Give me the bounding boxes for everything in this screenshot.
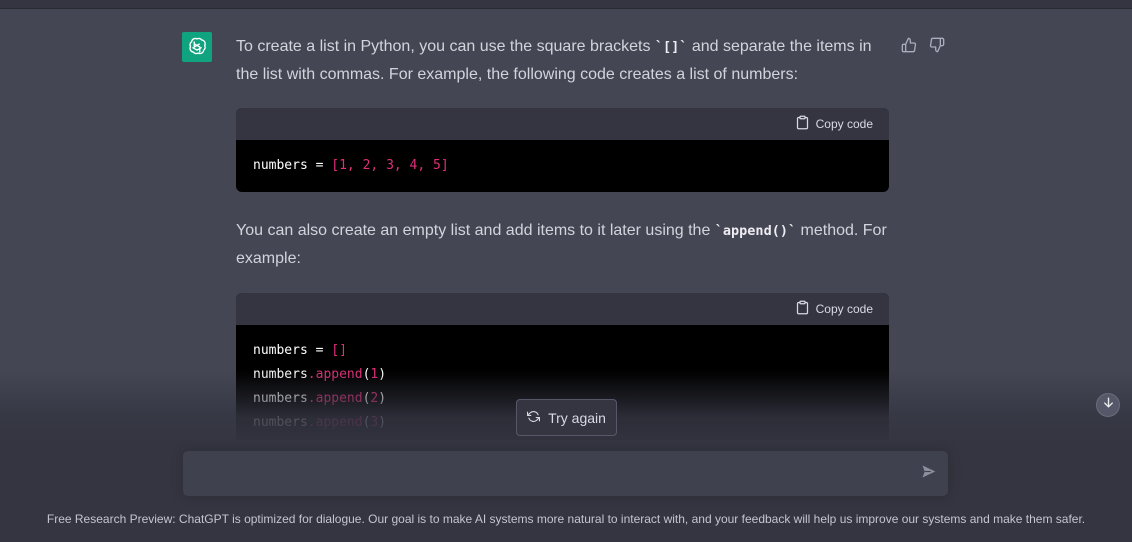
code-token: ) [378, 391, 387, 406]
copy-code-label: Copy code [815, 117, 873, 131]
send-button[interactable] [919, 465, 937, 483]
code-token: . [307, 415, 316, 430]
footer-link[interactable]: Free Research Preview [47, 512, 172, 526]
code-token: numbers [253, 158, 308, 173]
code-token: . [307, 367, 316, 382]
footer-disclaimer: Free Research Preview: ChatGPT is optimi… [0, 512, 1132, 526]
code-token: numbers [253, 343, 308, 358]
thumbs-up-icon[interactable] [900, 36, 918, 54]
inline-code: `[]` [654, 39, 688, 55]
copy-code-button[interactable]: Copy code [795, 115, 873, 133]
clipboard-icon [795, 300, 810, 318]
refresh-icon [527, 410, 541, 426]
code-token: ) [378, 415, 387, 430]
code-token: = [307, 343, 332, 358]
code-token: numbers [253, 391, 308, 406]
send-icon [921, 464, 936, 484]
message-input-box [182, 450, 949, 497]
code-line: numbers = [1, 2, 3, 4, 5] [253, 158, 449, 173]
message-text: To create a list in Python, you can use … [236, 38, 655, 55]
arrow-down-icon [1102, 396, 1115, 414]
code-block-1: Copy code numbers = [1, 2, 3, 4, 5] [236, 108, 889, 192]
clipboard-icon [795, 115, 810, 133]
code-token: [] [331, 343, 347, 358]
code-line: numbers = [] [253, 343, 347, 358]
code-line: numbers.append(2) [253, 391, 386, 406]
code-line: numbers.append(3) [253, 415, 386, 430]
copy-code-label: Copy code [815, 302, 873, 316]
try-again-label: Try again [548, 409, 606, 426]
footer-text: : ChatGPT is optimized for dialogue. Our… [172, 512, 1086, 526]
code-line: numbers.append(1) [253, 367, 386, 382]
thumbs-down-icon[interactable] [928, 36, 946, 54]
inline-code: `append()` [714, 223, 797, 239]
code-token: numbers [253, 367, 308, 382]
copy-code-button[interactable]: Copy code [795, 300, 873, 318]
code-token: append [315, 391, 363, 406]
code-token: append [315, 415, 363, 430]
top-bar [0, 0, 1132, 9]
code-block-header: Copy code [236, 293, 889, 325]
message-input[interactable] [197, 463, 901, 489]
try-again-button[interactable]: Try again [516, 399, 617, 436]
assistant-message-para-1: To create a list in Python, you can use … [236, 33, 896, 89]
code-token: = [307, 158, 332, 173]
code-token: numbers [253, 415, 308, 430]
assistant-message-para-2: You can also create an empty list and ad… [236, 217, 896, 273]
message-text: You can also create an empty list and ad… [236, 222, 715, 239]
code-block-header: Copy code [236, 108, 889, 140]
code-token: [1, 2, 3, 4, 5] [331, 158, 449, 173]
code-body: numbers = [1, 2, 3, 4, 5] [236, 140, 889, 192]
scroll-to-bottom-button[interactable] [1096, 393, 1120, 417]
chatgpt-logo-icon [182, 32, 212, 62]
code-token: ) [378, 367, 387, 382]
code-token: append [315, 367, 363, 382]
code-token: . [307, 391, 316, 406]
